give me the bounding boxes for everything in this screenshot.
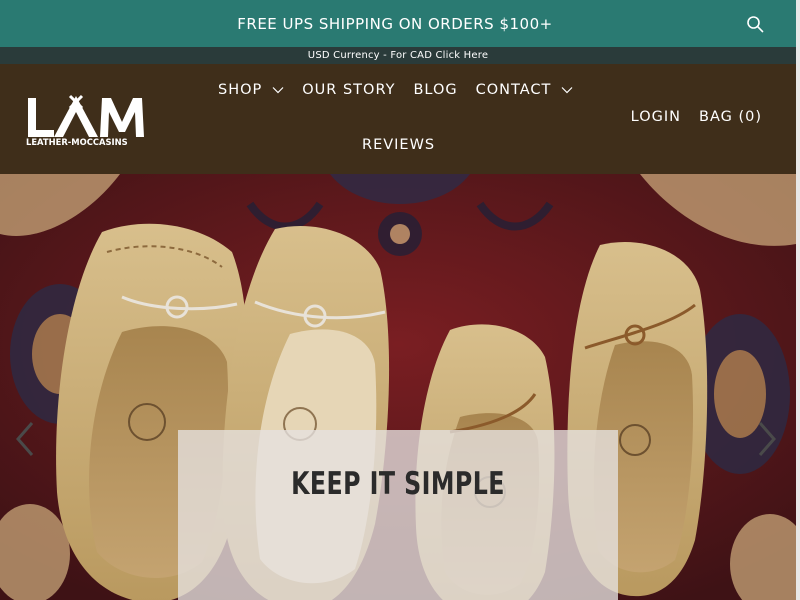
search-icon[interactable] [746, 15, 764, 33]
nav-reviews-label: REVIEWS [362, 137, 436, 153]
nav-shop-label: SHOP [218, 82, 263, 98]
nav-blog[interactable]: BLOG [413, 82, 457, 98]
logo-wordmark [28, 94, 144, 137]
logo-subtitle: LEATHER-MOCCASINS [26, 137, 128, 147]
logo[interactable]: LEATHER-MOCCASINS [26, 94, 144, 150]
chevron-down-icon [561, 87, 573, 94]
nav-blog-label: BLOG [413, 82, 458, 98]
nav-shop[interactable]: SHOP [218, 82, 284, 98]
account-links: LOGIN BAG (0) [631, 109, 762, 125]
chevron-down-icon [272, 87, 284, 94]
hero-slideshow: KEEP IT SIMPLE [0, 174, 796, 600]
chevron-left-icon[interactable] [10, 419, 40, 459]
currency-bar[interactable]: USD Currency - For CAD Click Here [0, 47, 796, 64]
hero-caption-title: KEEP IT SIMPLE [291, 466, 505, 502]
login-link[interactable]: LOGIN [631, 109, 681, 125]
nav-reviews[interactable]: REVIEWS [362, 137, 435, 153]
bag-link[interactable]: BAG (0) [699, 109, 762, 125]
announcement-bar: FREE UPS SHIPPING ON ORDERS $100+ [0, 0, 796, 47]
hero-caption-box: KEEP IT SIMPLE [178, 430, 618, 600]
scrollbar[interactable] [796, 0, 800, 600]
site-header: LEATHER-MOCCASINS SHOP OUR STORY BLOG CO… [0, 64, 796, 174]
nav-contact[interactable]: CONTACT [476, 82, 574, 98]
chevron-right-icon[interactable] [752, 419, 782, 459]
announcement-text: FREE UPS SHIPPING ON ORDERS $100+ [237, 14, 553, 33]
nav-our-story[interactable]: OUR STORY [302, 82, 395, 98]
main-nav: SHOP OUR STORY BLOG CONTACT [218, 82, 573, 98]
nav-our-story-label: OUR STORY [302, 82, 396, 98]
nav-contact-label: CONTACT [475, 82, 552, 98]
currency-link[interactable]: USD Currency - For CAD Click Here [308, 50, 488, 61]
